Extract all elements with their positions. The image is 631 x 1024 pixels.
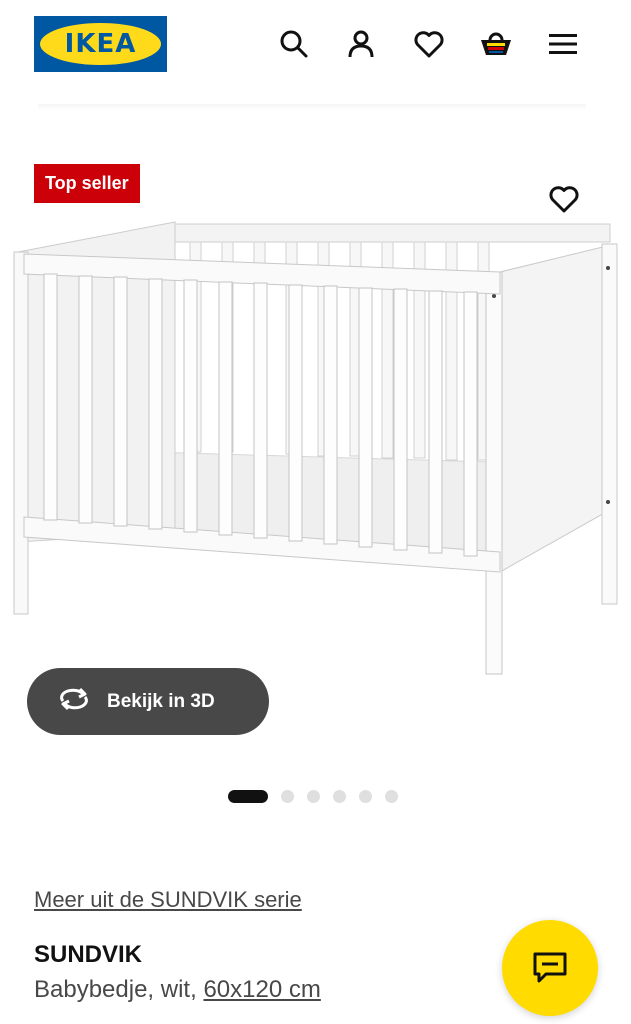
product-name: SUNDVIK	[34, 941, 143, 968]
rotate-3d-icon	[57, 687, 91, 716]
product-description-text: Babybedje, wit,	[34, 976, 204, 1003]
search-icon[interactable]	[274, 24, 314, 64]
chat-icon	[533, 952, 567, 983]
carousel-dot-3[interactable]	[307, 789, 320, 803]
basket-icon[interactable]	[476, 24, 516, 64]
logo-ellipse: IKEA	[40, 23, 161, 65]
ikea-logo[interactable]: IKEA	[34, 16, 167, 72]
carousel-dot-5[interactable]	[359, 789, 372, 803]
carousel-pagination	[228, 789, 398, 803]
chat-button[interactable]	[502, 920, 598, 1016]
carousel-dot-2[interactable]	[281, 789, 294, 803]
product-description: Babybedje, wit, 60x120 cm	[34, 976, 321, 1004]
heart-icon	[549, 186, 579, 213]
header-divider	[38, 104, 586, 110]
carousel-dot-4[interactable]	[333, 789, 346, 803]
view-in-3d-label: Bekijk in 3D	[107, 690, 215, 712]
header: IKEA	[0, 0, 631, 100]
series-link[interactable]: Meer uit de SUNDVIK serie	[34, 887, 302, 913]
view-in-3d-button[interactable]: Bekijk in 3D	[27, 668, 269, 735]
menu-icon[interactable]	[543, 24, 583, 64]
carousel-dot-6[interactable]	[385, 789, 398, 803]
size-link[interactable]: 60x120 cm	[203, 976, 320, 1003]
add-to-favourites-button[interactable]	[543, 178, 585, 220]
logo-text: IKEA	[64, 29, 137, 59]
product-image[interactable]	[10, 212, 622, 692]
user-icon[interactable]	[341, 24, 381, 64]
heart-icon[interactable]	[409, 24, 449, 64]
carousel-dot-1[interactable]	[228, 789, 268, 803]
top-seller-badge: Top seller	[34, 164, 140, 203]
